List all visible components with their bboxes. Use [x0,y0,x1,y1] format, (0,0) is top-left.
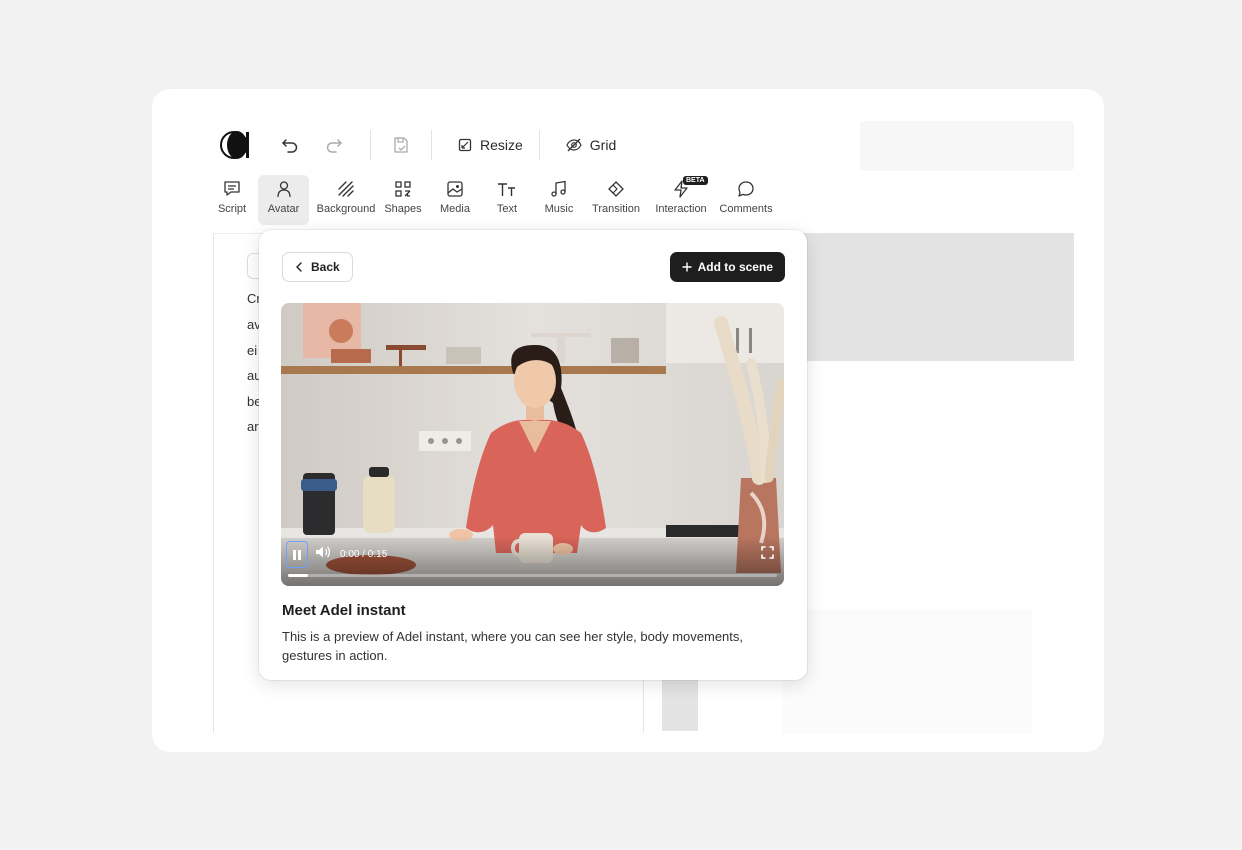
avatar-icon [276,181,291,198]
tool-shapes[interactable]: Shapes [380,175,426,225]
volume-button[interactable] [315,545,331,564]
top-toolbar: Resize Grid [212,125,628,165]
resize-button[interactable]: Resize [446,129,535,161]
resize-icon [458,138,472,152]
text-icon [498,183,515,196]
tool-label: Script [217,203,247,215]
scene-canvas-area [782,609,1032,734]
tool-script[interactable]: Script [212,175,252,225]
grid-toggle-button[interactable]: Grid [554,129,628,161]
add-to-scene-label: Add to scene [697,260,773,274]
save-icon[interactable] [385,129,417,161]
preview-title: Meet Adel instant [282,602,406,619]
tool-comments[interactable]: Comments [717,175,775,225]
add-to-scene-button[interactable]: Add to scene [669,252,785,282]
toolbar-divider [431,130,432,160]
back-button[interactable]: Back [282,252,353,282]
tool-avatar[interactable]: Avatar [258,175,309,225]
toolbar-divider [538,130,540,160]
transition-icon [608,181,624,197]
tool-label: Shapes [384,203,422,215]
pause-icon [293,549,301,560]
tool-background[interactable]: Background [313,175,379,225]
tool-label: Music [544,203,574,215]
tool-label: Transition [592,203,640,215]
editor-card: Resize Grid Script Avatar Background Sha… [152,89,1104,752]
shapes-icon [395,181,411,197]
tool-label: Avatar [267,203,300,215]
fullscreen-button[interactable] [761,546,774,564]
tool-label: Text [496,203,518,215]
avatar-preview-popup: Back Add to scene 0:00 / 0:15 Meet Adel … [259,230,807,680]
media-icon [447,181,463,197]
avatar-preview-video[interactable]: 0:00 / 0:15 [281,303,784,586]
video-controls: 0:00 / 0:15 [281,536,784,586]
video-progress-bar[interactable] [288,574,777,577]
volume-icon [316,546,331,558]
script-text-line: ei [247,343,258,358]
scene-canvas-preview [802,233,1074,361]
tool-transition[interactable]: Transition [588,175,644,225]
tool-music[interactable]: Music [536,175,582,225]
tools-row: Script Avatar Background Shapes Media Te… [212,175,775,225]
undo-icon[interactable] [274,129,306,161]
plus-icon [682,262,692,272]
toolbar-divider [370,130,371,160]
pause-button[interactable] [286,541,308,568]
eye-off-icon [566,138,582,152]
tool-interaction[interactable]: BETA Interaction [652,175,710,225]
fullscreen-icon [761,546,774,559]
preview-description: This is a preview of Adel instant, where… [282,629,744,663]
scene-thumbnail [662,679,698,731]
tool-label: Media [440,203,470,215]
beta-badge: BETA [683,176,708,185]
back-label: Back [311,260,340,274]
redo-icon[interactable] [318,129,350,161]
tool-text[interactable]: Text [484,175,530,225]
script-icon [224,181,240,196]
comments-icon [738,181,754,197]
app-logo-icon[interactable] [220,131,252,159]
toolbar-right-area [860,121,1074,171]
background-icon [338,181,354,197]
chevron-left-icon [296,262,302,272]
video-time: 0:00 / 0:15 [340,549,388,560]
tool-label: Background [316,203,376,215]
grid-label: Grid [589,137,617,153]
resize-label: Resize [480,137,523,153]
tool-label: Comments [719,203,773,215]
tool-media[interactable]: Media [432,175,478,225]
tool-label: Interaction [655,203,707,215]
script-text-line: ar [247,419,259,434]
video-progress-fill [288,574,308,577]
music-icon [551,180,566,197]
